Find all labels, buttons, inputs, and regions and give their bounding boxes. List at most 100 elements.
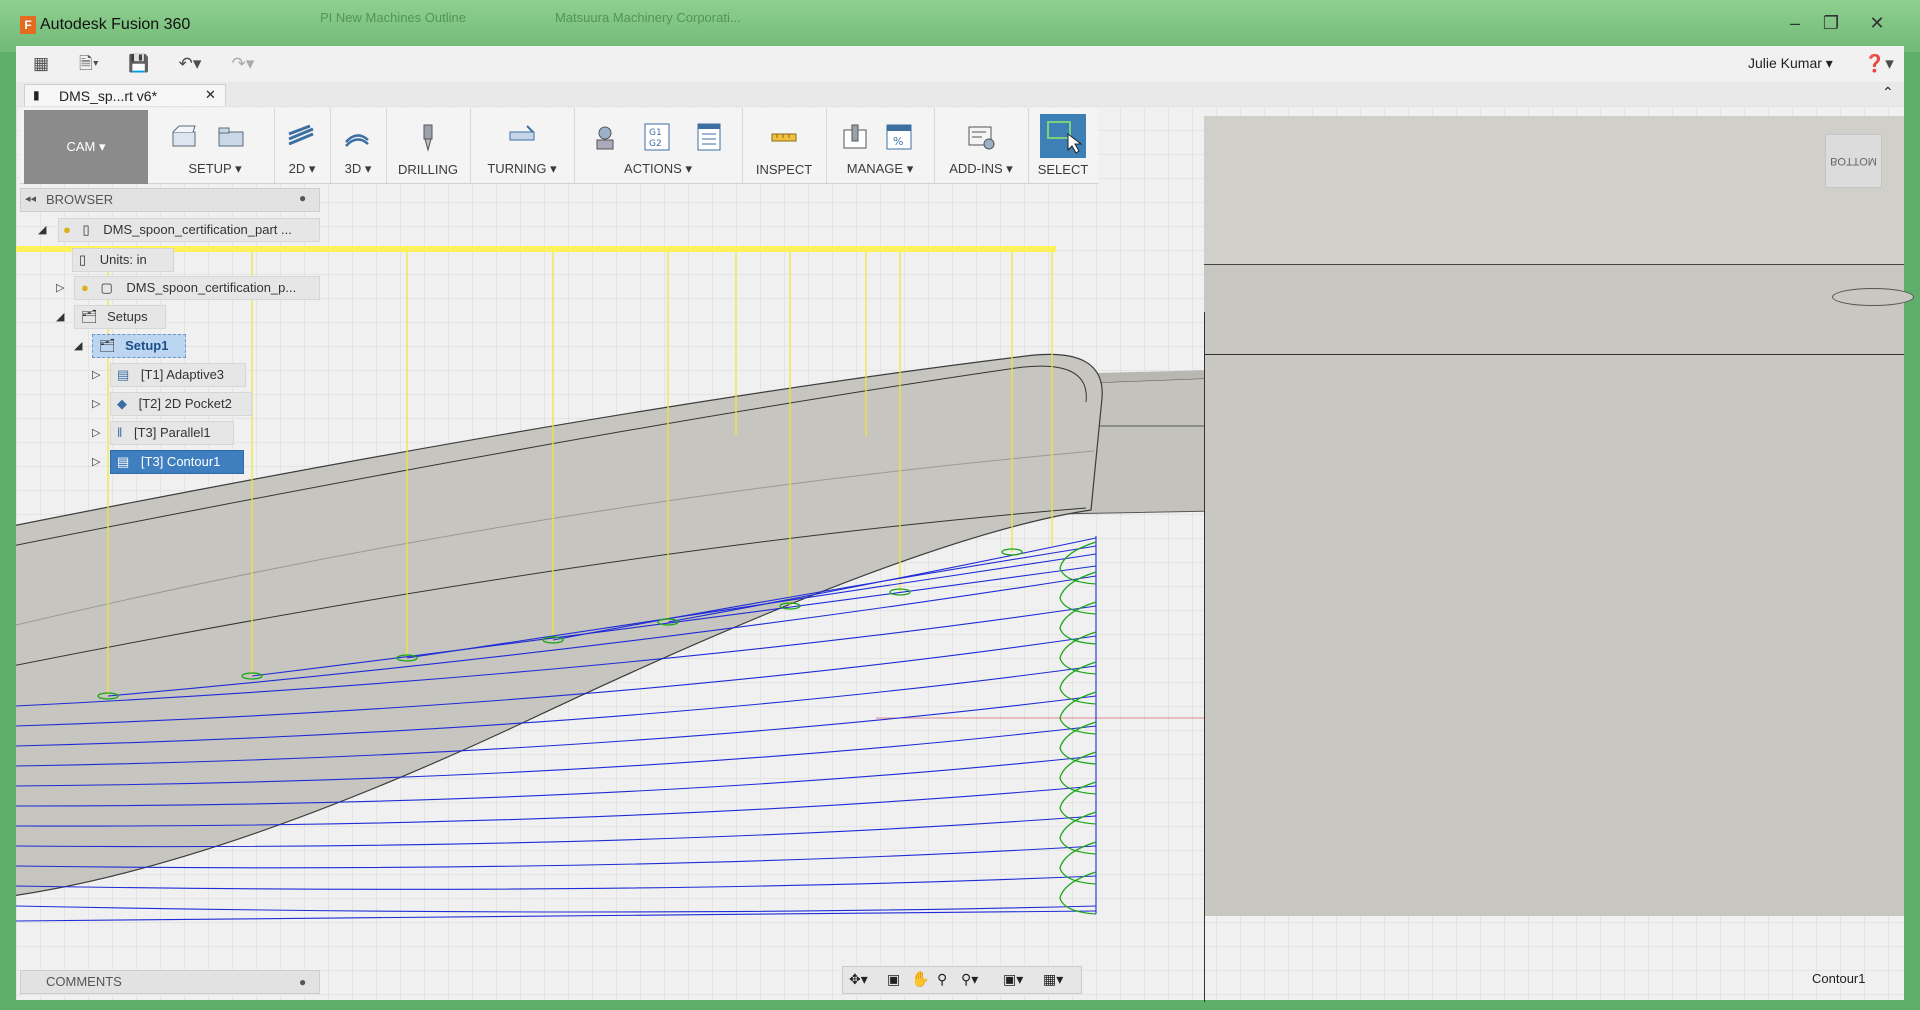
setup1-expander-icon[interactable]: ◢ [74,339,82,352]
view-cube[interactable]: BOTTOM [1825,134,1882,188]
body-expander-icon[interactable]: ▷ [56,281,64,294]
collapse-icon[interactable]: ⌃ [1882,84,1894,101]
workspace-switcher[interactable]: CAM ▾ [24,110,148,184]
setup-folder-icon [218,127,244,147]
close-tab-icon[interactable]: ✕ [205,87,216,103]
addins-group[interactable]: ADD-INS ▾ [934,108,1029,183]
browser-options-icon[interactable]: ● [299,191,306,205]
user-menu[interactable]: Julie Kumar ▾ [1748,55,1833,72]
minimize-button[interactable]: – [1776,10,1814,36]
post-process-icon: G1G2 [644,123,670,151]
pocket-op-icon: ◆ [117,396,127,411]
document-tab[interactable]: ▮ DMS_sp...rt v6* ✕ [24,84,226,107]
look-at-icon[interactable]: ▣ [887,971,900,988]
browser-root-node[interactable]: ● ▯ DMS_spoon_certification_part ... [58,218,320,242]
scripts-addins-icon [968,126,995,150]
navigation-bar: ✥▾ ▣ ✋ ⚲ ⚲▾ ▣▾ ▦▾ [842,966,1082,994]
select-group[interactable]: SELECT [1028,108,1098,183]
data-panel-grid-icon[interactable]: ▦ [30,54,52,74]
fusion-app-icon: F [20,16,36,34]
document-icon: ▮ [33,88,40,102]
setup-label: SETUP ▾ [188,161,242,176]
redo-icon[interactable]: ↷▾ [225,54,261,74]
inspect-group[interactable]: INSPECT [742,108,827,183]
turning-group[interactable]: TURNING ▾ [470,108,575,183]
fit-icon[interactable]: ⚲▾ [961,971,978,988]
help-icon[interactable]: ❓▾ [1862,54,1896,74]
setups-expander-icon[interactable]: ◢ [56,310,64,323]
body-node-label: DMS_spoon_certification_p... [126,280,297,295]
drilling-label: DRILLING [398,162,458,177]
actions-group[interactable]: G1 G2 ACTIONS ▾ [574,108,743,183]
body-icon: ▢ [100,280,113,295]
turning-label: TURNING ▾ [487,161,557,176]
tool-library-icon [843,124,867,149]
quick-access-bar [16,46,1904,83]
3d-group[interactable]: 3D ▾ [330,108,387,183]
op4-expander-icon[interactable]: ▷ [92,455,100,468]
addins-label: ADD-INS ▾ [949,161,1013,176]
visibility-bulb-icon[interactable]: ● [63,222,71,237]
root-expander-icon[interactable]: ◢ [38,223,46,236]
browser-header[interactable]: ◂◂ BROWSER ● [20,188,320,212]
setup-group[interactable]: SETUP ▾ [156,108,275,183]
setup1-node[interactable]: 🗂 Setup1 [92,334,186,358]
save-icon[interactable]: 💾 [128,54,150,74]
op3-expander-icon[interactable]: ▷ [92,426,100,439]
select-label: SELECT [1037,162,1089,177]
manage-group[interactable]: % MANAGE ▾ [826,108,935,183]
turning-icon [509,125,535,141]
add-comment-icon[interactable]: ● [299,971,306,993]
orbit-icon[interactable]: ✥▾ [849,971,868,988]
op1-expander-icon[interactable]: ▷ [92,368,100,381]
setups-label: Setups [107,309,148,324]
operation-label: [T3] Parallel1 [134,425,211,440]
select-icon[interactable] [1040,114,1086,158]
file-menu-icon[interactable]: 🗎▾ [72,54,106,74]
comments-title: COMMENTS [46,974,122,989]
stock-hole [1832,288,1914,306]
3d-label: 3D ▾ [344,161,372,176]
units-icon: ▯ [79,252,87,267]
maximize-button[interactable]: ❐ [1812,10,1850,36]
setups-node[interactable]: 🗂 Setups [74,305,166,329]
operation-adaptive3[interactable]: ▤ [T1] Adaptive3 [110,363,246,387]
adaptive-op-icon: ▤ [117,367,130,382]
svg-text:G1: G1 [649,128,662,138]
document-node-icon: ▯ [82,222,90,237]
drilling-group[interactable]: DRILLING [386,108,471,183]
manage-label: MANAGE ▾ [846,161,914,176]
display-settings-icon[interactable]: ▣▾ [1003,971,1023,988]
document-tab-label: DMS_sp...rt v6* [59,88,158,104]
2d-adaptive-icon [288,124,314,146]
inspect-label: INSPECT [755,162,813,177]
zoom-icon[interactable]: ⚲ [937,971,947,988]
grid-settings-icon[interactable]: ▦▾ [1043,971,1063,988]
visibility-bulb-icon[interactable]: ● [81,280,89,295]
units-node[interactable]: ▯ Units: in [72,248,174,272]
close-button[interactable]: ✕ [1858,10,1896,36]
operation-label: [T2] 2D Pocket2 [138,396,232,411]
setup1-label: Setup1 [125,338,169,353]
background-tab-1: PI New Machines Outline [320,10,466,25]
background-tab-2: Matsuura Machinery Corporati... [555,10,741,25]
2d-group[interactable]: 2D ▾ [274,108,331,183]
document-tab-bar: ▮ DMS_sp...rt v6* ✕ ⌃ [16,82,1904,107]
setups-folder-icon: 🗂 [81,309,98,324]
browser-title: BROWSER [46,192,114,207]
simulate-icon [596,126,614,150]
undo-icon[interactable]: ↶▾ [172,54,208,74]
template-library-icon: % [886,124,912,150]
stock-edge [1204,312,1205,1002]
operation-parallel1[interactable]: ‖ [T3] Parallel1 [110,421,234,445]
operation-label: [T3] Contour1 [140,454,221,469]
pan-icon[interactable]: ✋ [911,970,930,988]
body-node[interactable]: ● ▢ DMS_spoon_certification_p... [74,276,320,300]
operation-2d-pocket2[interactable]: ◆ [T2] 2D Pocket2 [110,392,252,416]
op2-expander-icon[interactable]: ▷ [92,397,100,410]
3d-adaptive-icon [345,134,369,147]
title-bar [0,0,1920,52]
collapse-browser-icon[interactable]: ◂◂ [25,192,36,205]
operation-contour1[interactable]: ▤ [T3] Contour1 [110,450,244,474]
comments-header[interactable]: COMMENTS ● [20,970,320,994]
